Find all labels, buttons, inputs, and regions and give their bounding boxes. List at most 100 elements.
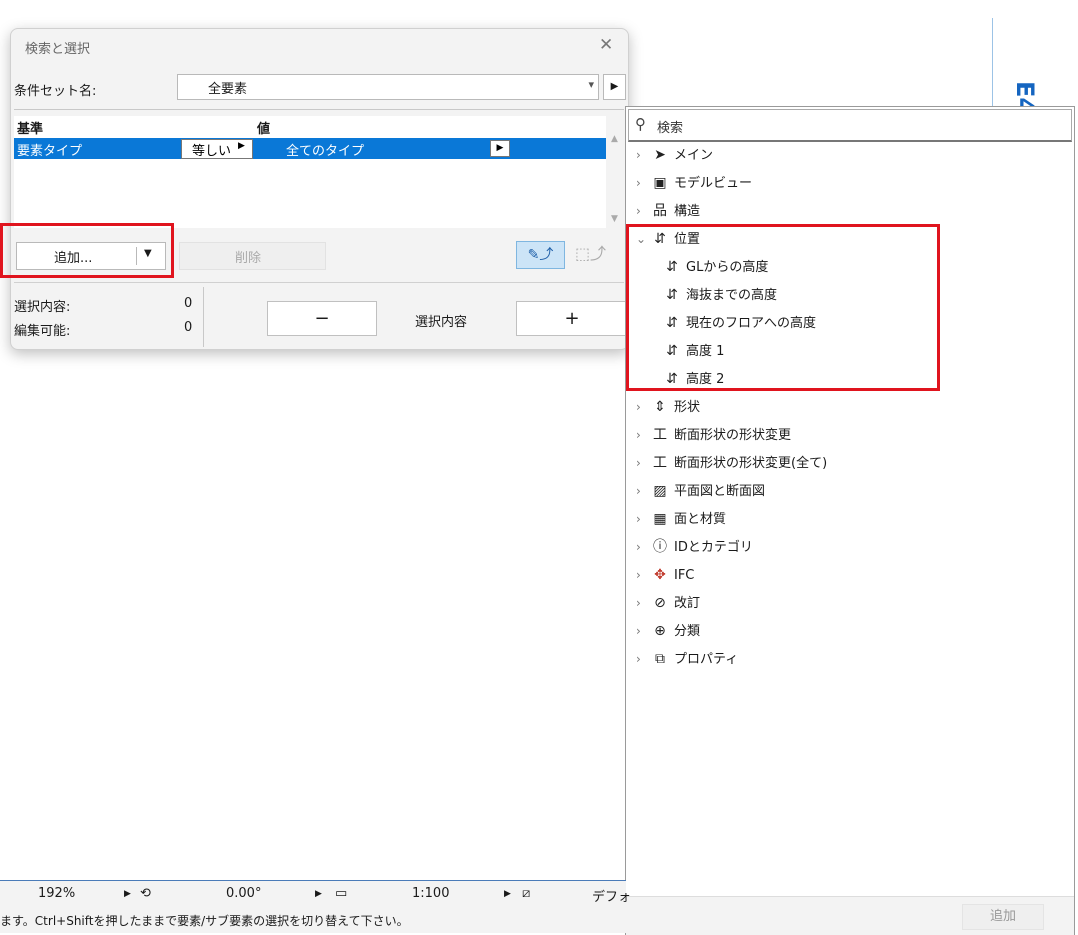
zoom-level[interactable]: 192% [38,886,75,901]
table-row[interactable]: 要素タイプ 等しい ▶ 全てのタイプ ▶ [14,138,606,159]
divider [14,282,624,283]
column-header-value: 値 [257,122,271,137]
pick-up-parameters-icon[interactable]: ✎⤴ [516,241,565,269]
id-icon: ⓘ [653,539,667,555]
tree-item-ifc[interactable]: › ✥ IFC [636,562,694,588]
floorplan-icon: ▨ [653,483,667,499]
hint-text: ます。Ctrl+Shiftを押したままで要素/サブ要素の選択を切り替えて下さい。 [0,914,409,928]
profile-icon: 工 [653,427,667,443]
tree-item-revision[interactable]: › ⊘ 改訂 [636,590,700,616]
chevron-right-icon: › [636,540,641,554]
status-bar: 192% ▶ ⟲ 0.00° ▶ ▭ 1:100 ▶ ⧄ デフォ [0,880,631,907]
chevron-right-icon: › [636,400,641,414]
chevron-right-icon: › [636,148,641,162]
ifc-icon: ✥ [654,567,666,583]
tree-item-profile-modifier[interactable]: › 工断面形状の形状変更 [636,422,791,448]
tree-item-structure[interactable]: › 品構造 [636,198,700,224]
chevron-down-icon: ▾ [588,78,594,91]
criteria-table: 基準 値 要素タイプ 等しい ▶ 全てのタイプ ▶ [14,116,606,228]
criteria-set-popup-button[interactable]: ▶ [603,74,626,100]
chevron-right-icon: › [636,428,641,442]
model-view-icon: ▣ [653,175,667,191]
add-button[interactable]: 追加 [962,904,1044,930]
tree-item-label: 改訂 [674,596,701,611]
hint-bar: ます。Ctrl+Shiftを押したままで要素/サブ要素の選択を切り替えて下さい。 [0,906,626,933]
selection-count: 0 [184,296,193,311]
tree-item-label: IFC [674,568,695,583]
highlight-box [0,223,174,278]
scroll-down-icon[interactable]: ▼ [611,214,618,224]
chevron-right-icon: › [636,596,641,610]
chevron-right-icon[interactable]: ▶ [315,889,322,899]
chevron-right-icon: › [636,176,641,190]
tree-item-property[interactable]: › ⧉ プロパティ [636,646,738,672]
tree-item-label: 構造 [674,204,701,219]
tree-item-main[interactable]: › ➤ メイン [636,142,713,168]
highlight-box [626,224,940,391]
criteria-set-label: 条件セット名: [14,84,97,99]
tree-item-floorplan-section[interactable]: › ▨ 平面図と断面図 [636,478,765,504]
divider [203,287,204,347]
search-input[interactable]: ⚲ 検索 [628,109,1072,142]
tree-item-label: 分類 [674,624,701,639]
classification-icon: ⊕ [654,623,666,639]
add-to-selection-button[interactable]: + [516,301,628,336]
rotate-icon[interactable]: ⟲ [140,886,151,901]
property-icon: ⧉ [655,651,665,667]
dialog-title: 検索と選択 [25,42,91,57]
delete-button-label: 削除 [235,251,262,266]
tree-item-surface-material[interactable]: › ▦ 面と材質 [636,506,726,532]
cursor-icon: ➤ [654,147,666,163]
chevron-right-icon[interactable]: ▶ [124,889,131,899]
tree-item-classification[interactable]: › ⊕ 分類 [636,618,700,644]
divider [14,109,624,110]
angle-value[interactable]: 0.00° [226,886,261,901]
tree-item-profile-modifier-all[interactable]: › 工断面形状の形状変更(全て) [636,450,827,476]
layer-icon[interactable]: ⧄ [522,886,530,901]
chevron-right-icon[interactable]: ▶ [504,889,511,899]
tree-item-label: 断面形状の形状変更(全て) [674,456,828,471]
structure-icon: 品 [653,203,667,219]
marquee-select-icon[interactable]: ⬚⤴ [568,241,613,267]
column-header-criterion: 基準 [17,122,44,137]
tree-item-label: メイン [674,148,714,163]
remove-from-selection-button[interactable]: − [267,301,377,336]
tree-item-label: プロパティ [674,652,739,667]
close-icon[interactable]: ✕ [599,35,613,55]
tree-item-label: 面と材質 [674,512,727,527]
tree-item-id-category[interactable]: › ⓘ IDとカテゴリ [636,534,753,560]
tree-item-label: 平面図と断面図 [674,484,766,499]
search-icon: ⚲ [635,115,646,133]
shape-icon: ⇕ [654,399,666,415]
value-popup-button[interactable]: ▶ [490,140,510,157]
layer-combination[interactable]: デフォ [592,886,631,905]
find-select-dialog: 検索と選択 ✕ 条件セット名: 全要素 ▾ ▶ 基準 値 要素タイプ 等しい ▶… [10,28,629,350]
chevron-right-icon: › [636,204,641,218]
selection-label: 選択内容: [14,300,71,315]
tree-item-label: IDとカテゴリ [674,540,753,555]
tree-item-label: 断面形状の形状変更 [674,428,792,443]
tree-item-shape[interactable]: › ⇕ 形状 [636,394,700,420]
operator-dropdown[interactable]: 等しい ▶ [181,139,253,159]
editable-count: 0 [184,320,193,335]
chevron-right-icon: › [636,568,641,582]
chevron-right-icon: › [636,456,641,470]
scale-icon[interactable]: ▭ [335,886,347,901]
scale-value[interactable]: 1:100 [412,886,449,901]
operator-value: 等しい [192,144,232,159]
revision-icon: ⊘ [654,595,666,611]
chevron-right-icon: ▶ [238,141,245,151]
chevron-right-icon: › [636,624,641,638]
tree-item-label: モデルビュー [674,176,753,191]
table-scrollbar[interactable]: ▲ ▼ [608,116,624,228]
selection-center-label: 選択内容 [415,315,468,330]
editable-label: 編集可能: [14,324,71,339]
search-placeholder: 検索 [657,121,684,136]
panel-footer: 追加 [626,896,1074,935]
tree-item-model-view[interactable]: › ▣ モデルビュー [636,170,752,196]
profile-icon: 工 [653,455,667,471]
delete-criterion-button[interactable]: 削除 [179,242,326,270]
criteria-set-dropdown[interactable]: 全要素 ▾ [177,74,599,100]
scroll-up-icon[interactable]: ▲ [611,134,618,144]
row-criterion: 要素タイプ [17,144,83,159]
